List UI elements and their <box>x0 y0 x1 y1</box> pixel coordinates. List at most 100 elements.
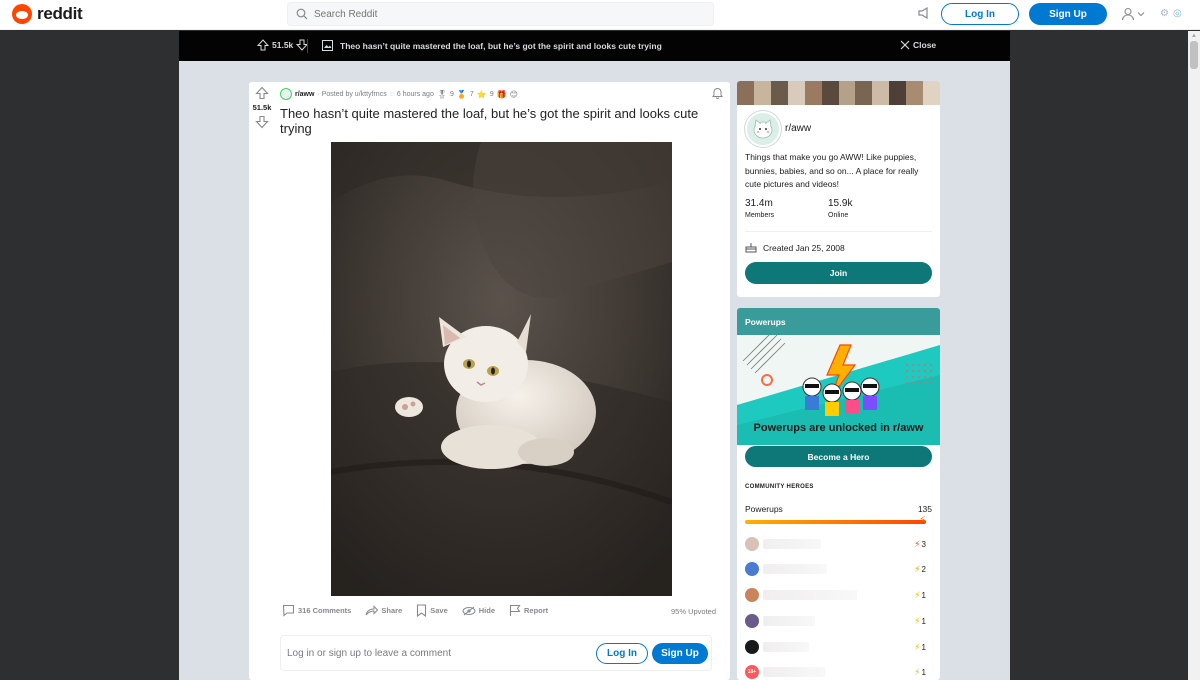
extension-icon: ◎ <box>1172 8 1182 19</box>
powerups-header: Powerups <box>737 308 940 335</box>
members-stat: 31.4m Members <box>745 198 774 219</box>
hero-row[interactable]: ⚡ 3 <box>745 536 932 552</box>
comment-signup-button[interactable]: Sign Up <box>652 643 708 664</box>
user-icon <box>1121 7 1135 21</box>
community-icon[interactable] <box>745 111 781 147</box>
share-button[interactable]: Share <box>365 604 402 617</box>
notification-bell-icon[interactable] <box>711 86 724 99</box>
downvote-arrow-icon[interactable] <box>255 115 269 129</box>
save-button[interactable]: Save <box>416 604 448 617</box>
subreddit-avatar[interactable] <box>280 88 292 100</box>
comment-login-box: Log in or sign up to leave a comment Log… <box>280 635 712 671</box>
lightning-bolt-icon: ⚡ <box>914 538 921 549</box>
post-title[interactable]: Theo hasn’t quite mastered the loaf, but… <box>280 106 720 136</box>
hero-name-blurred <box>763 590 857 600</box>
hero-powerup-count: ⚡ 1 <box>914 666 926 677</box>
award-4-icon[interactable]: 🎁 <box>497 90 507 99</box>
hero-name-blurred <box>763 616 815 626</box>
comment-login-button[interactable]: Log In <box>596 643 648 664</box>
award-2-icon[interactable]: 🏅 <box>457 90 467 99</box>
top-header: reddit Log In Sign Up ⚙ ◎ <box>0 0 1200 30</box>
community-card: r/aww Things that make you go AWW! Like … <box>737 81 940 297</box>
hero-avatar <box>745 537 759 551</box>
nsfw-avatar: 18+ <box>745 665 759 679</box>
search-input[interactable] <box>314 8 694 20</box>
scroll-up-arrow-icon[interactable]: ▲ <box>1191 33 1197 39</box>
created-date: Created Jan 25, 2008 <box>745 242 845 253</box>
hide-eye-icon <box>462 606 476 615</box>
hero-name-blurred <box>763 564 827 574</box>
cat-face-icon <box>753 119 773 139</box>
cat-on-couch-image <box>331 142 672 596</box>
cake-icon <box>745 243 757 253</box>
posted-by[interactable]: · Posted by u/kttyfrncs <box>317 91 386 98</box>
award-5-icon[interactable]: 😊 <box>510 90 518 99</box>
award-1-icon[interactable]: 🎖 <box>437 90 447 99</box>
vote-column: 51.5k <box>249 86 275 129</box>
powerups-unlocked-text: Powerups are unlocked in r/aww <box>753 422 924 434</box>
powerups-row-label: Powerups <box>745 504 783 514</box>
award-count: 7 <box>469 90 474 98</box>
hero-row[interactable]: 18+ ⚡ 1 <box>745 664 932 680</box>
reddit-alien-icon <box>12 4 32 24</box>
members-label: Members <box>745 212 775 219</box>
powerups-progress-bar <box>745 520 926 524</box>
award-3-icon[interactable]: ⭐ <box>477 90 487 99</box>
hero-powerup-count: ⚡ 1 <box>914 615 926 626</box>
hero-name-blurred <box>763 667 825 677</box>
award-count: 9 <box>450 90 454 98</box>
close-post-button[interactable]: Close <box>900 40 936 50</box>
save-label: Save <box>430 606 448 615</box>
page-scrollbar[interactable]: ▲ <box>1188 31 1200 680</box>
report-button[interactable]: Report <box>509 604 548 617</box>
post-actions: 316 Comments Share Save Hide Report <box>282 604 562 617</box>
comment-prompt: Log in or sign up to leave a comment <box>287 647 451 659</box>
comments-label: 316 Comments <box>298 606 352 615</box>
become-hero-button[interactable]: Become a Hero <box>745 446 932 467</box>
scroll-thumb[interactable] <box>1190 41 1198 69</box>
upvote-arrow-icon[interactable] <box>257 39 269 51</box>
community-heroes-title: COMMUNITY HEROES <box>745 484 814 490</box>
reddit-logo[interactable]: reddit <box>12 4 83 24</box>
comment-icon <box>282 604 295 617</box>
extension-icon: ⚙ <box>1160 8 1169 19</box>
post-top-bar: 51.5k Theo hasn’t quite mastered the loa… <box>179 31 1010 61</box>
lightning-bolt-icon: ⚡ <box>914 563 921 574</box>
postbar-vote-count: 51.5k <box>272 40 294 50</box>
hero-avatar <box>745 562 759 576</box>
upvote-ratio: 95% Upvoted <box>671 607 717 616</box>
user-dropdown[interactable] <box>1121 7 1145 21</box>
hero-row[interactable]: ⚡ 1 <box>745 613 932 629</box>
post-meta: r/aww · Posted by u/kttyfrncs ◌ 6 hours … <box>280 88 518 100</box>
hide-label: Hide <box>478 606 496 615</box>
upvote-arrow-icon[interactable] <box>255 86 269 100</box>
hero-row[interactable]: ⚡ 1 <box>745 587 932 603</box>
lightning-bolt-icon: ⚡ <box>914 615 921 626</box>
hero-avatar <box>745 614 759 628</box>
signup-button[interactable]: Sign Up <box>1029 3 1107 25</box>
hero-row[interactable]: ⚡ 2 <box>745 561 932 577</box>
lightning-bolt-icon: ⚡ <box>919 515 927 526</box>
hero-avatar <box>745 640 759 654</box>
members-count: 31.4m <box>745 198 773 209</box>
community-description: Things that make you go AWW! Like puppie… <box>745 152 919 189</box>
advertise-megaphone-icon[interactable] <box>917 6 931 20</box>
powerups-row-value: 135 <box>917 504 932 514</box>
powerups-count-row: Powerups 135 <box>745 504 932 514</box>
login-button[interactable]: Log In <box>941 3 1019 25</box>
community-name[interactable]: r/aww <box>785 123 811 134</box>
lightning-bolt-icon: ⚡ <box>914 589 921 600</box>
search-icon <box>296 8 308 20</box>
hero-row[interactable]: ⚡ 1 <box>745 639 932 655</box>
hide-button[interactable]: Hide <box>462 605 495 617</box>
header-extension-icons[interactable]: ⚙ ◎ <box>1160 8 1182 19</box>
comments-button[interactable]: 316 Comments <box>282 604 351 617</box>
post-image[interactable] <box>331 142 672 596</box>
join-button[interactable]: Join <box>745 262 932 284</box>
hero-name-blurred <box>763 642 809 652</box>
search-bar[interactable] <box>287 2 714 26</box>
online-stat: 15.9k Online <box>828 198 852 219</box>
subreddit-link[interactable]: r/aww <box>295 91 314 98</box>
hero-powerup-count: ⚡ 2 <box>914 563 926 574</box>
post-card: 51.5k r/aww · Posted by u/kttyfrncs ◌ 6 … <box>249 82 730 680</box>
